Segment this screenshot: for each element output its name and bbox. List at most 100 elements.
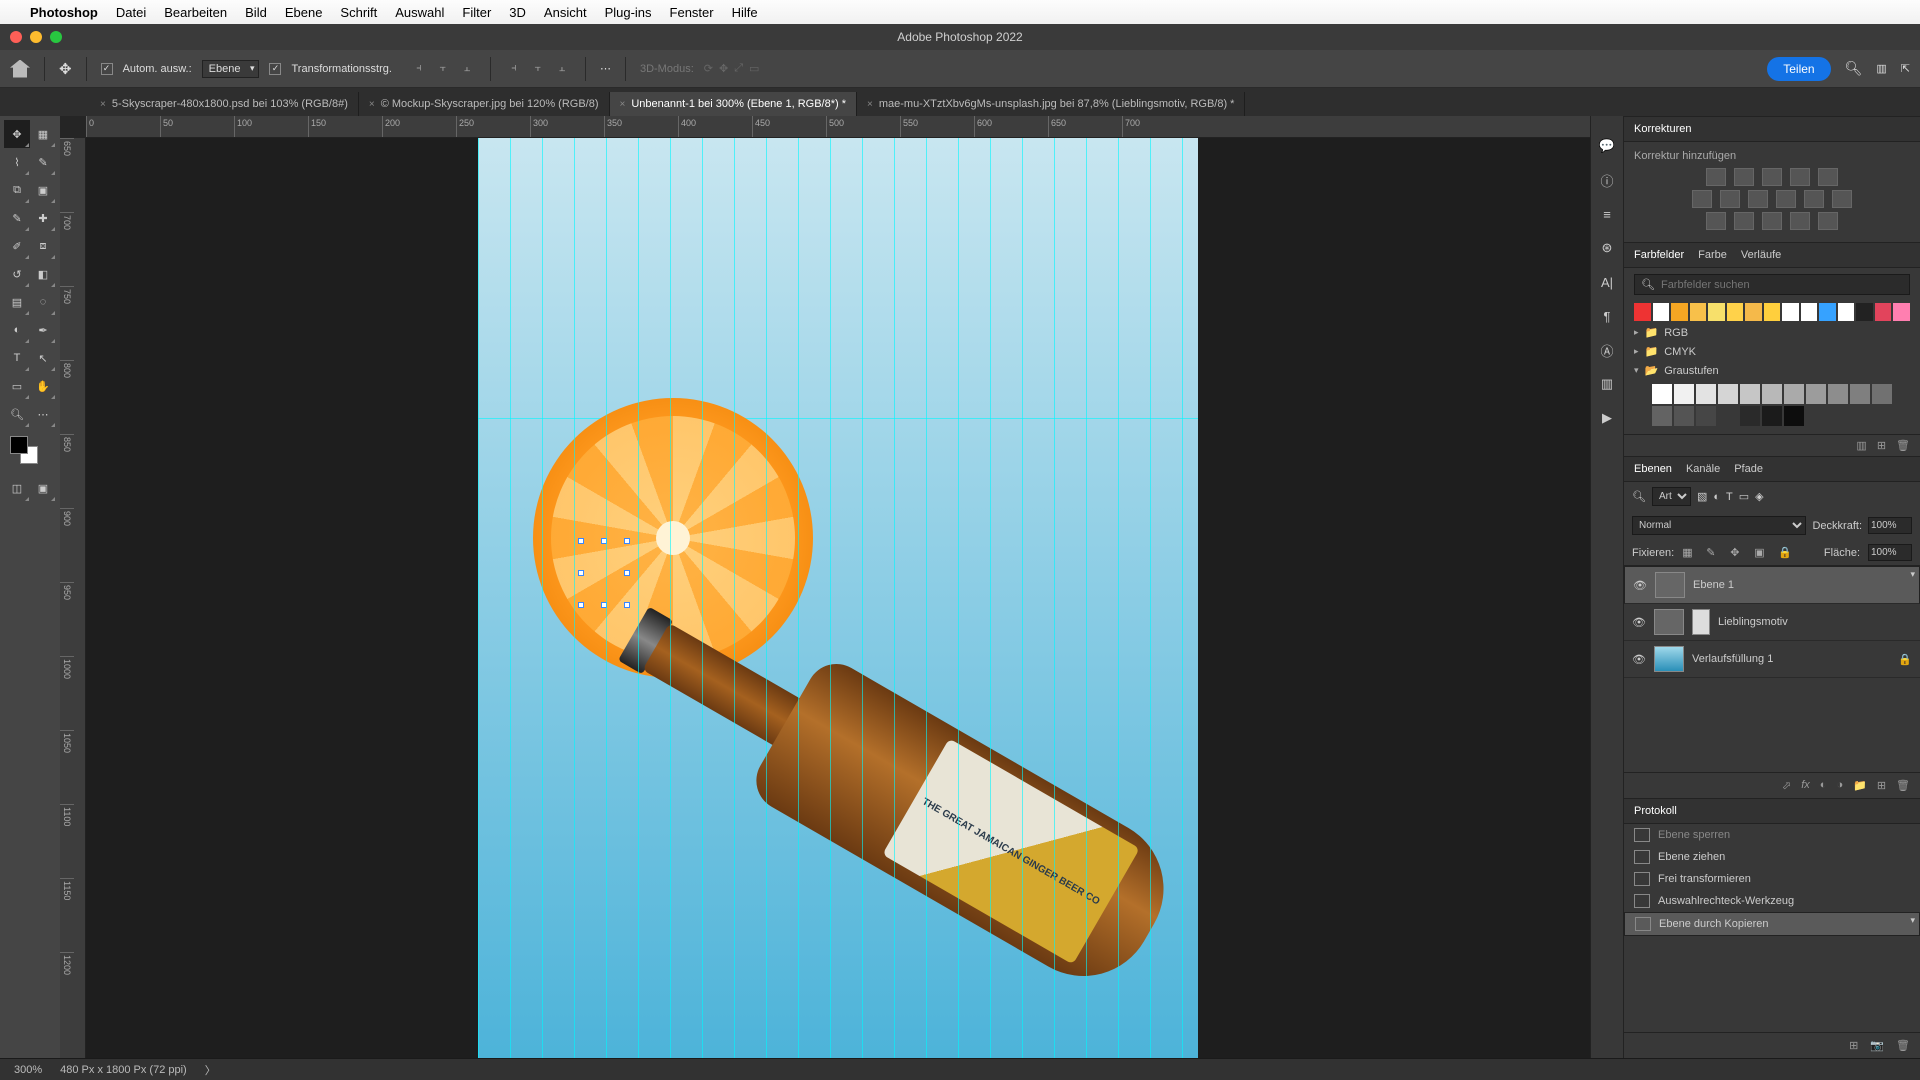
guide-vertical[interactable] bbox=[510, 138, 511, 1058]
brush-tool[interactable]: ✐ bbox=[4, 232, 30, 260]
auto-select-checkbox[interactable]: ✓ bbox=[101, 63, 113, 75]
tab-skyscraper-psd[interactable]: ×5-Skyscraper-480x1800.psd bei 103% (RGB… bbox=[90, 92, 359, 116]
filter-adjust-icon[interactable]: ◐ bbox=[1713, 491, 1720, 503]
guide-vertical[interactable] bbox=[702, 138, 703, 1058]
adj-curves-icon[interactable] bbox=[1762, 168, 1782, 186]
guide-vertical[interactable] bbox=[670, 138, 671, 1058]
swatch[interactable] bbox=[1762, 384, 1782, 404]
lock-artboard-icon[interactable]: ▣ bbox=[1754, 546, 1770, 560]
delete-state-icon[interactable]: 🗑 bbox=[1896, 1039, 1910, 1052]
window-close-button[interactable] bbox=[10, 31, 22, 43]
snapshot-icon[interactable]: 📷 bbox=[1870, 1039, 1884, 1052]
menu-bearbeiten[interactable]: Bearbeiten bbox=[164, 5, 227, 20]
dock-comment-icon[interactable]: 💬 bbox=[1597, 136, 1617, 156]
swatch[interactable] bbox=[1745, 303, 1762, 321]
layer-name[interactable]: Verlaufsfüllung 1 bbox=[1692, 653, 1773, 665]
menu-auswahl[interactable]: Auswahl bbox=[395, 5, 444, 20]
guide-vertical[interactable] bbox=[1182, 138, 1183, 1058]
swatch[interactable] bbox=[1674, 406, 1694, 426]
artboard[interactable]: THE GREAT JAMAICAN GINGER BEER CO bbox=[478, 138, 1198, 1058]
new-doc-from-state-icon[interactable]: ⊞ bbox=[1849, 1039, 1858, 1052]
fill-input[interactable] bbox=[1868, 544, 1912, 561]
swatches-panel-header[interactable]: Farbfelder Farbe Verläufe bbox=[1624, 242, 1920, 268]
history-item[interactable]: Ebene sperren bbox=[1624, 824, 1920, 846]
history-panel-header[interactable]: Protokoll bbox=[1624, 798, 1920, 824]
adj-invert-icon[interactable] bbox=[1706, 212, 1726, 230]
tab-verlaeufe[interactable]: Verläufe bbox=[1741, 249, 1781, 261]
close-icon[interactable]: × bbox=[620, 99, 626, 110]
close-icon[interactable]: × bbox=[100, 99, 106, 110]
zoom-level[interactable]: 300% bbox=[14, 1064, 42, 1076]
adj-posterize-icon[interactable] bbox=[1734, 212, 1754, 230]
swatch[interactable] bbox=[1653, 303, 1670, 321]
align-left-icon[interactable]: ⫞ bbox=[410, 60, 428, 78]
filter-smart-icon[interactable]: ◈ bbox=[1755, 490, 1763, 503]
swatch[interactable] bbox=[1819, 303, 1836, 321]
adj-photo-filter-icon[interactable] bbox=[1776, 190, 1796, 208]
dock-info-icon[interactable]: ⓘ bbox=[1597, 170, 1617, 190]
window-zoom-button[interactable] bbox=[50, 31, 62, 43]
guide-vertical[interactable] bbox=[926, 138, 927, 1058]
guide-vertical[interactable] bbox=[638, 138, 639, 1058]
tab-protokoll[interactable]: Protokoll bbox=[1634, 805, 1677, 817]
adjustments-panel-header[interactable]: Korrekturen bbox=[1624, 116, 1920, 142]
guide-vertical[interactable] bbox=[1022, 138, 1023, 1058]
menu-filter[interactable]: Filter bbox=[462, 5, 491, 20]
guide-vertical[interactable] bbox=[542, 138, 543, 1058]
guide-vertical[interactable] bbox=[798, 138, 799, 1058]
shape-tool[interactable]: ▭ bbox=[4, 372, 30, 400]
type-tool[interactable]: T bbox=[4, 344, 30, 372]
menu-schrift[interactable]: Schrift bbox=[340, 5, 377, 20]
swatch[interactable] bbox=[1690, 303, 1707, 321]
swatch[interactable] bbox=[1740, 406, 1760, 426]
dodge-tool[interactable]: ◐ bbox=[4, 316, 30, 344]
history-item[interactable]: Ebene ziehen bbox=[1624, 846, 1920, 868]
group-icon[interactable]: 📁 bbox=[1853, 779, 1867, 792]
menu-plugins[interactable]: Plug-ins bbox=[605, 5, 652, 20]
layer-row-lieblingsmotiv[interactable]: 👁Lieblingsmotiv bbox=[1624, 604, 1920, 641]
doc-dimensions[interactable]: 480 Px x 1800 Px (72 ppi) bbox=[60, 1064, 187, 1076]
delete-layer-icon[interactable]: 🗑 bbox=[1896, 779, 1910, 792]
guide-vertical[interactable] bbox=[734, 138, 735, 1058]
status-more-icon[interactable]: 〉 bbox=[205, 1062, 216, 1078]
dock-char-icon[interactable]: A| bbox=[1597, 272, 1617, 292]
swatch[interactable] bbox=[1708, 303, 1725, 321]
link-layers-icon[interactable]: ⬀ bbox=[1782, 779, 1791, 792]
swatch[interactable] bbox=[1806, 384, 1826, 404]
guide-vertical[interactable] bbox=[766, 138, 767, 1058]
new-group-icon[interactable]: ▥ bbox=[1856, 439, 1866, 452]
close-icon[interactable]: × bbox=[369, 99, 375, 110]
layer-name[interactable]: Lieblingsmotiv bbox=[1718, 616, 1788, 628]
frame-tool[interactable]: ▣ bbox=[30, 176, 56, 204]
dock-libs-icon[interactable]: ▥ bbox=[1597, 374, 1617, 394]
layer-thumb[interactable] bbox=[1654, 609, 1684, 635]
more-align-icon[interactable]: ⋯ bbox=[600, 62, 611, 75]
swatch[interactable] bbox=[1856, 303, 1873, 321]
move-tool[interactable]: ✥ bbox=[4, 120, 30, 148]
search-icon[interactable]: 🔍︎ bbox=[1845, 60, 1863, 77]
lock-all-icon[interactable]: 🔒 bbox=[1778, 546, 1794, 560]
align-vcenter-icon[interactable]: ⫟ bbox=[529, 60, 547, 78]
lock-position-icon[interactable]: ✥ bbox=[1730, 546, 1746, 560]
transform-handles[interactable] bbox=[578, 538, 630, 608]
swatch[interactable] bbox=[1671, 303, 1688, 321]
swatch[interactable] bbox=[1696, 384, 1716, 404]
visibility-icon[interactable]: 👁 bbox=[1632, 653, 1646, 666]
layer-thumb[interactable] bbox=[1655, 572, 1685, 598]
swatch[interactable] bbox=[1784, 384, 1804, 404]
swatch[interactable] bbox=[1784, 406, 1804, 426]
swatch[interactable] bbox=[1828, 384, 1848, 404]
swatch[interactable] bbox=[1764, 303, 1781, 321]
clone-tool[interactable]: ⧈ bbox=[30, 232, 56, 260]
adj-vibrance-icon[interactable] bbox=[1818, 168, 1838, 186]
move-tool-icon[interactable]: ✥ bbox=[59, 60, 72, 78]
swatch[interactable] bbox=[1718, 384, 1738, 404]
lock-icon[interactable]: 🔒 bbox=[1898, 653, 1912, 666]
guide-vertical[interactable] bbox=[478, 138, 479, 1058]
menu-ebene[interactable]: Ebene bbox=[285, 5, 323, 20]
menu-bild[interactable]: Bild bbox=[245, 5, 267, 20]
swatch-folder-cmyk[interactable]: ▸📁CMYK bbox=[1624, 342, 1920, 361]
dock-play-icon[interactable]: ▶ bbox=[1597, 408, 1617, 428]
history-item[interactable]: Frei transformieren bbox=[1624, 868, 1920, 890]
canvas-stage[interactable]: THE GREAT JAMAICAN GINGER BEER CO bbox=[86, 138, 1590, 1058]
